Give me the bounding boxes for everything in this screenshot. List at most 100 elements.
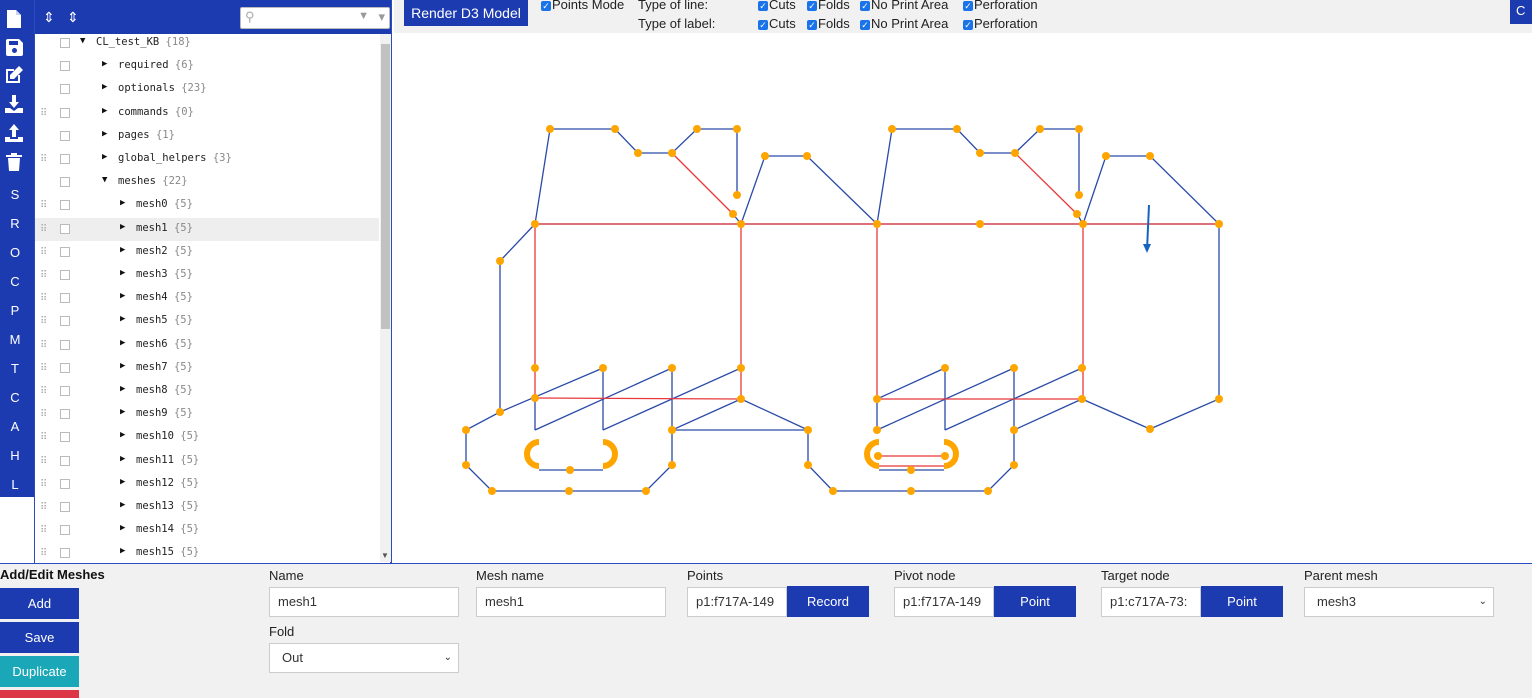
line-type-checkbox[interactable]: ✓ No Print Area — [860, 0, 948, 12]
checkbox-icon[interactable]: ✓ — [758, 1, 768, 11]
checkbox-icon[interactable]: ✓ — [963, 20, 973, 30]
drag-handle-icon[interactable]: ⠿ — [40, 456, 47, 467]
tree-row[interactable]: ⠿ ▶ mesh6 {5} — [35, 334, 379, 357]
dieline-drawing[interactable] — [394, 33, 1532, 563]
row-checkbox[interactable] — [60, 84, 70, 95]
mesh-point[interactable] — [1079, 220, 1087, 228]
fold-line[interactable] — [534, 397, 1083, 400]
checkbox-icon[interactable]: ✓ — [758, 20, 768, 30]
cut-line[interactable] — [465, 223, 742, 492]
mesh-point[interactable] — [693, 125, 701, 133]
mesh-point[interactable] — [599, 364, 607, 372]
mesh-point[interactable] — [733, 125, 741, 133]
mesh-name-field[interactable]: mesh1 — [476, 587, 666, 617]
caret-right-icon[interactable]: ▶ — [102, 59, 107, 69]
row-checkbox[interactable] — [60, 154, 70, 164]
mesh-point[interactable] — [829, 487, 837, 495]
tree-row[interactable]: ⠿ ▶ mesh14 {5} — [35, 519, 379, 542]
mesh-point[interactable] — [488, 487, 496, 495]
mesh-point[interactable] — [566, 466, 574, 474]
cut-line[interactable] — [740, 398, 809, 431]
tree-row[interactable]: ⠿ ▶ mesh1 {5} — [35, 217, 379, 241]
row-checkbox[interactable] — [60, 38, 70, 48]
caret-right-icon[interactable]: ▶ — [120, 198, 125, 208]
trash-icon[interactable] — [3, 151, 25, 173]
sidebar-letter-item[interactable]: C — [0, 272, 30, 292]
drag-handle-icon[interactable]: ⠿ — [40, 340, 47, 351]
mesh-point[interactable] — [668, 461, 676, 469]
checkbox-icon[interactable]: ✓ — [860, 20, 870, 30]
target-point-button[interactable]: Point — [1201, 586, 1283, 617]
row-checkbox[interactable] — [60, 548, 70, 559]
points-mode-toggle[interactable]: ✓ Points Mode — [541, 0, 624, 12]
row-checkbox[interactable] — [60, 339, 70, 350]
save-icon[interactable] — [3, 36, 25, 58]
mesh-point[interactable] — [737, 220, 745, 228]
clear-search-icon[interactable]: ▾ — [378, 9, 385, 25]
mesh-point[interactable] — [1010, 461, 1018, 469]
row-checkbox[interactable] — [60, 293, 70, 304]
caret-right-icon[interactable]: ▶ — [120, 523, 125, 533]
tree-row[interactable]: ⠿ ▶ mesh5 {5} — [35, 310, 379, 333]
upload-icon[interactable] — [3, 122, 25, 144]
caret-right-icon[interactable]: ▶ — [120, 477, 125, 487]
parent-mesh-select[interactable]: mesh3 ⌄ — [1304, 587, 1494, 617]
expand-all-icon[interactable]: ⇕ — [43, 9, 55, 25]
mesh-point[interactable] — [1215, 220, 1223, 228]
row-checkbox[interactable] — [60, 270, 70, 280]
scrollbar-thumb[interactable] — [381, 44, 390, 329]
caret-right-icon[interactable]: ▶ — [120, 430, 125, 440]
mesh-point[interactable] — [873, 426, 881, 434]
render-d3-model-button[interactable]: Render D3 Model — [404, 0, 528, 26]
sidebar-letter-item[interactable]: R — [0, 214, 30, 234]
mesh-point[interactable] — [496, 408, 504, 416]
row-checkbox[interactable] — [60, 316, 70, 327]
name-field[interactable]: mesh1 — [269, 587, 459, 617]
mesh-point[interactable] — [1010, 364, 1018, 372]
mesh-point[interactable] — [1036, 125, 1044, 133]
mesh-point[interactable] — [668, 149, 676, 157]
caret-right-icon[interactable]: ▶ — [120, 454, 125, 464]
drag-handle-icon[interactable]: ⠿ — [40, 479, 47, 490]
mesh-point[interactable] — [941, 364, 949, 372]
mesh-point[interactable] — [804, 426, 812, 434]
row-checkbox[interactable] — [60, 409, 70, 420]
checkbox-icon[interactable]: ✓ — [541, 1, 551, 11]
drag-handle-icon[interactable]: ⠿ — [40, 432, 47, 443]
sidebar-letter-item[interactable]: P — [0, 301, 30, 321]
tree-row[interactable]: ⠿ ▶ commands {0} — [35, 102, 379, 125]
drag-handle-icon[interactable]: ⠿ — [40, 154, 47, 165]
row-checkbox[interactable] — [60, 502, 70, 512]
mesh-point[interactable] — [873, 395, 881, 403]
drag-handle-icon[interactable]: ⠿ — [40, 247, 47, 258]
tree-row[interactable]: ▶ pages {1} — [35, 125, 379, 148]
checkbox-icon[interactable]: ✓ — [963, 1, 973, 11]
row-checkbox[interactable] — [60, 386, 70, 396]
sidebar-letter-item[interactable]: L — [0, 475, 30, 495]
mesh-point[interactable] — [874, 452, 882, 460]
mesh-point[interactable] — [804, 461, 812, 469]
mesh-point[interactable] — [761, 152, 769, 160]
label-type-checkbox[interactable]: ✓ Folds — [807, 17, 850, 31]
caret-right-icon[interactable]: ▶ — [120, 384, 125, 394]
sidebar-letter-item[interactable]: H — [0, 446, 30, 466]
mesh-point[interactable] — [803, 152, 811, 160]
checkbox-icon[interactable]: ✓ — [807, 20, 817, 30]
caret-right-icon[interactable]: ▶ — [120, 338, 125, 348]
drag-handle-icon[interactable]: ⠿ — [40, 316, 47, 327]
tree-row[interactable]: ▼ meshes {22} — [35, 171, 379, 194]
mesh-point[interactable] — [953, 125, 961, 133]
line-type-checkbox[interactable]: ✓ Cuts — [758, 0, 796, 12]
row-checkbox[interactable] — [60, 246, 70, 257]
cut-line[interactable] — [876, 128, 1080, 225]
pivot-node-field[interactable]: p1:f717A-149 — [894, 587, 994, 617]
row-checkbox[interactable] — [60, 130, 70, 141]
checkbox-icon[interactable]: ✓ — [860, 1, 870, 11]
caret-down-icon[interactable]: ▼ — [102, 175, 107, 185]
mesh-point[interactable] — [976, 149, 984, 157]
drag-handle-icon[interactable]: ⠿ — [40, 293, 47, 304]
mesh-point[interactable] — [1146, 425, 1154, 433]
caret-right-icon[interactable]: ▶ — [120, 314, 125, 324]
drag-handle-icon[interactable]: ⠿ — [40, 409, 47, 420]
chevron-down-icon[interactable]: ▼ — [358, 10, 369, 22]
